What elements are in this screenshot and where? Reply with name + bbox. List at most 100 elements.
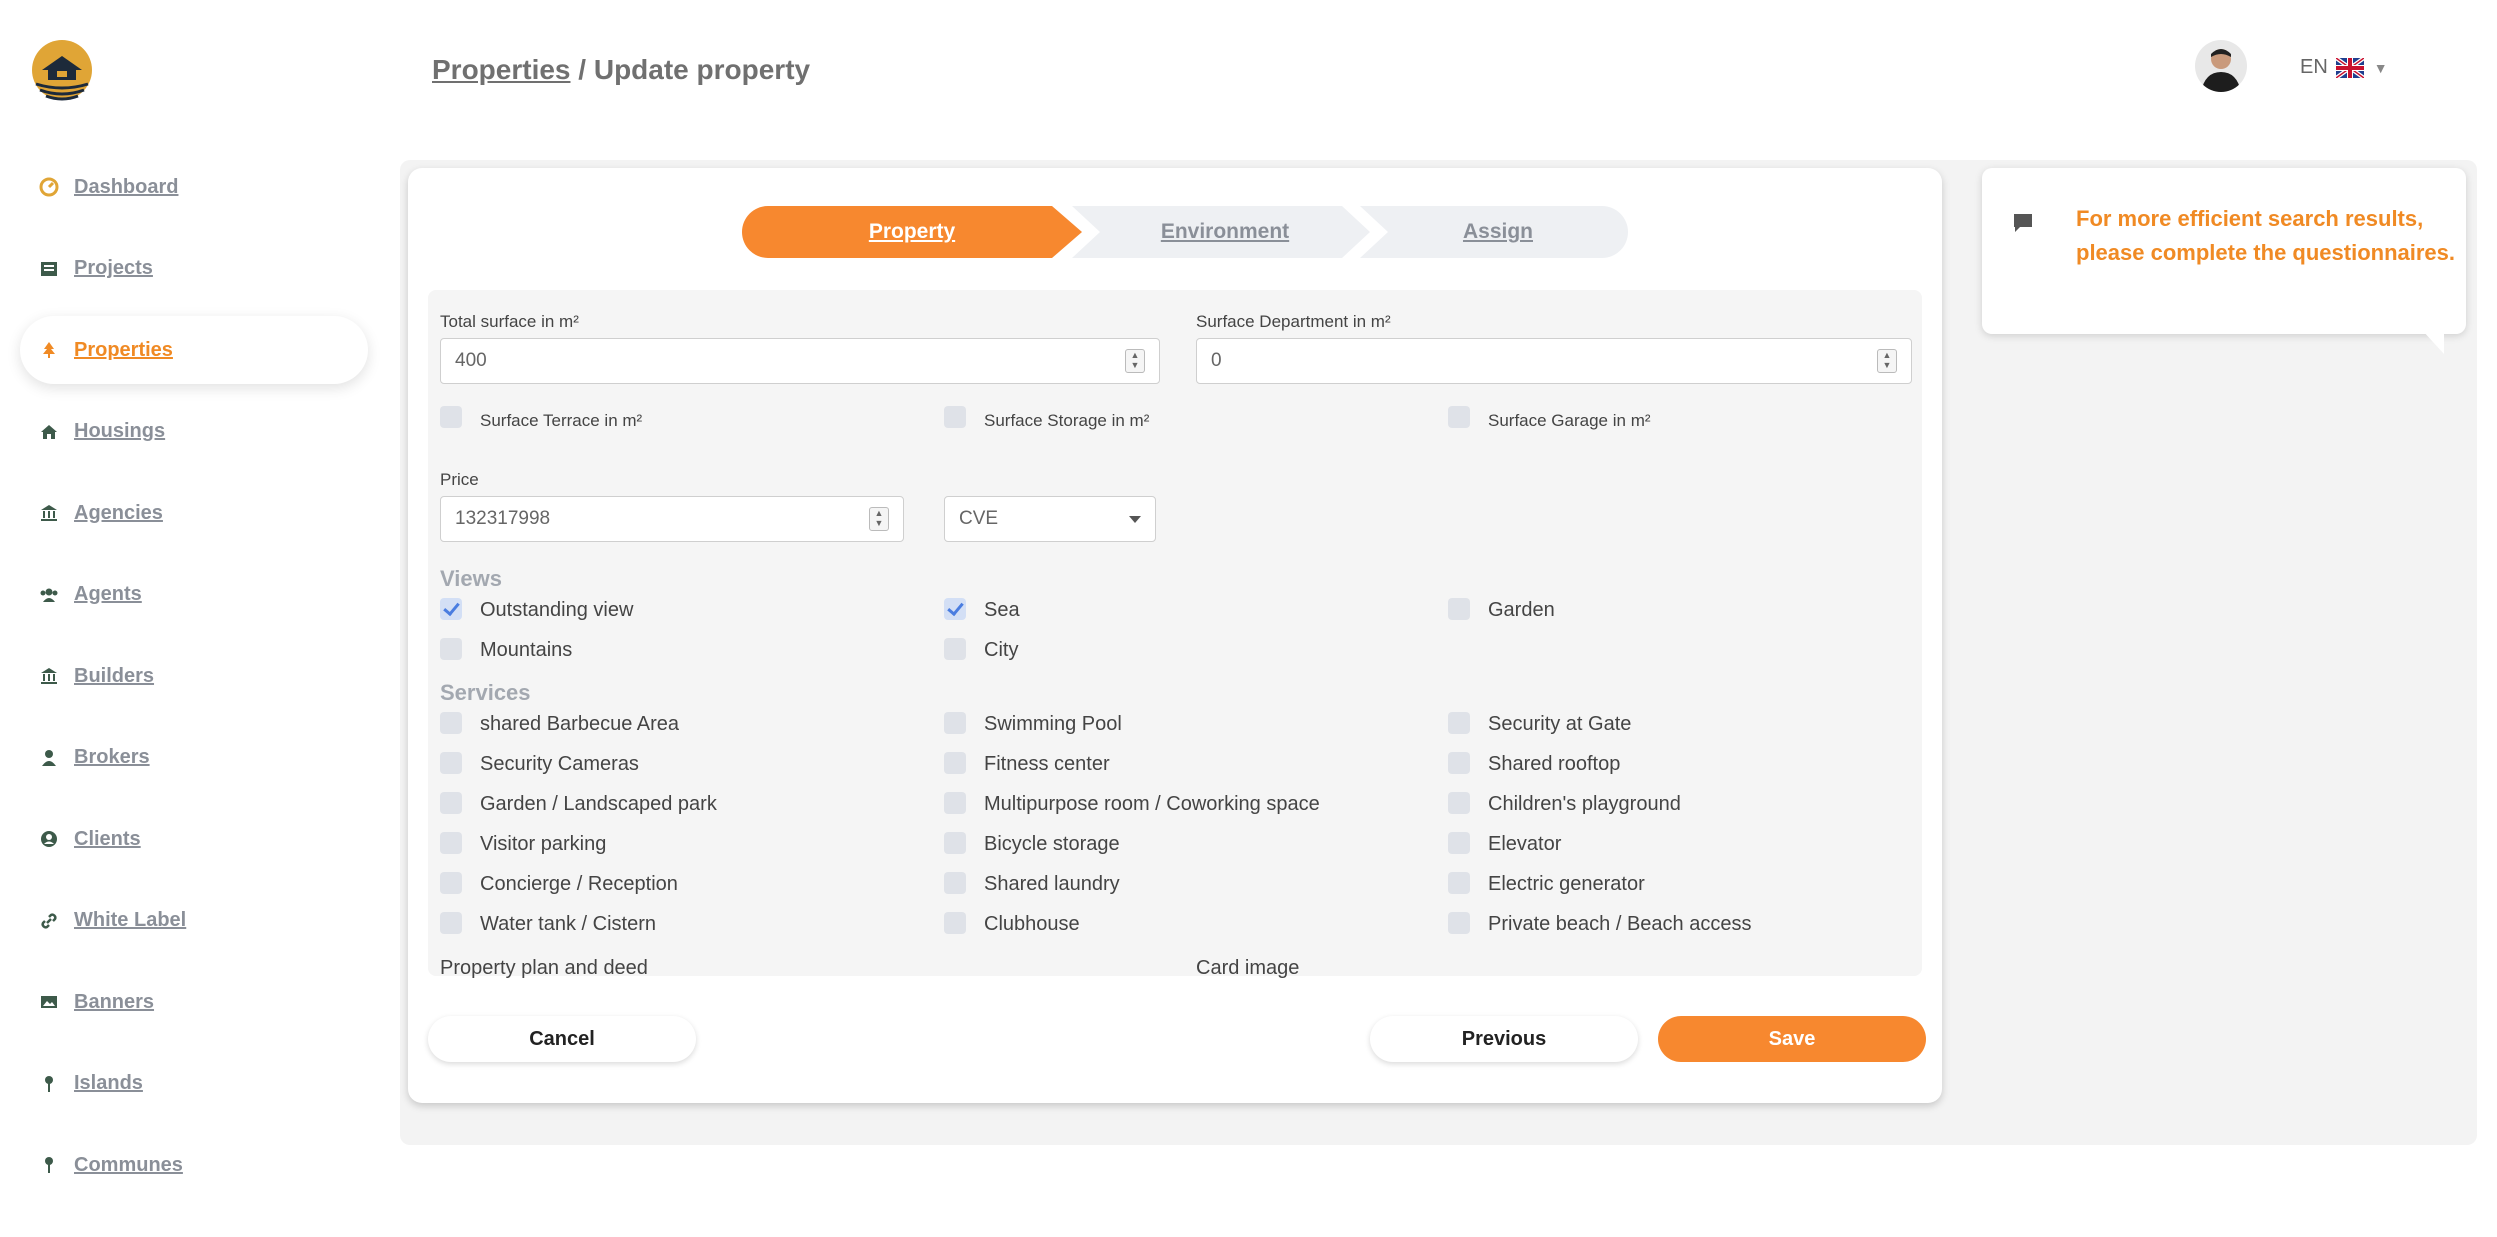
avatar[interactable] <box>2195 40 2247 92</box>
uk-flag-icon <box>2334 55 2365 80</box>
view-mountains-checkbox[interactable] <box>440 638 462 660</box>
sidebar-item-white-label[interactable]: White Label <box>20 887 368 955</box>
sidebar-item-label[interactable]: Properties <box>74 339 173 362</box>
home-icon <box>38 421 60 443</box>
sidebar-item-label[interactable]: Projects <box>74 257 153 280</box>
service-garden-landscaped-park-checkbox[interactable] <box>440 792 462 814</box>
logo[interactable] <box>30 40 94 104</box>
service-concierge-reception-checkbox[interactable] <box>440 872 462 894</box>
service-electric-generator-checkbox[interactable] <box>1448 872 1470 894</box>
sidebar-item-dashboard[interactable]: Dashboard <box>20 153 368 221</box>
previous-button[interactable]: Previous <box>1370 1016 1638 1062</box>
service-clubhouse-checkbox[interactable] <box>944 912 966 934</box>
sidebar-item-label[interactable]: Brokers <box>74 746 150 769</box>
currency-select[interactable]: CVE <box>944 496 1156 542</box>
service-security-at-gate-label: Security at Gate <box>1488 713 1632 735</box>
number-spinner-icon[interactable]: ▲ ▼ <box>869 507 889 531</box>
sidebar-item-label[interactable]: Agencies <box>74 502 163 525</box>
chat-icon <box>2012 212 2034 234</box>
sidebar-item-housings[interactable]: Housings <box>20 398 368 466</box>
language-selector[interactable]: EN ▼ <box>2300 55 2388 80</box>
step-property[interactable]: Property <box>742 206 1082 258</box>
surface-department-input[interactable]: 0 ▲ ▼ <box>1196 338 1912 384</box>
tip-bubble-tail <box>2422 330 2444 354</box>
storage-label: Surface Storage in m² <box>984 411 1150 430</box>
sidebar-item-agents[interactable]: Agents <box>20 561 368 629</box>
sidebar-item-label[interactable]: Housings <box>74 420 165 443</box>
number-spinner-icon[interactable]: ▲ ▼ <box>1877 349 1897 373</box>
service-bicycle-storage-label: Bicycle storage <box>984 833 1120 855</box>
garage-label: Surface Garage in m² <box>1488 411 1651 430</box>
breadcrumb-current: Update property <box>593 54 811 85</box>
price-value: 132317998 <box>455 508 551 529</box>
service-children-s-playground-label: Children's playground <box>1488 793 1681 815</box>
service-fitness-center-label: Fitness center <box>984 753 1110 775</box>
sidebar-item-label[interactable]: Communes <box>74 1154 183 1177</box>
step-environment[interactable]: Environment <box>1082 206 1368 258</box>
surface-department-value: 0 <box>1211 350 1222 371</box>
total-surface-input[interactable]: 400 ▲ ▼ <box>440 338 1160 384</box>
service-multipurpose-room-coworking-space-label: Multipurpose room / Coworking space <box>984 793 1320 815</box>
service-shared-barbecue-area-checkbox[interactable] <box>440 712 462 734</box>
service-elevator-checkbox[interactable] <box>1448 832 1470 854</box>
view-outstanding-view-checkbox[interactable] <box>440 598 462 620</box>
pin-icon <box>38 1154 60 1176</box>
sidebar-item-builders[interactable]: Builders <box>20 642 368 710</box>
sidebar-item-brokers[interactable]: Brokers <box>20 724 368 792</box>
view-garden-checkbox[interactable] <box>1448 598 1470 620</box>
sidebar-item-clients[interactable]: Clients <box>20 805 368 873</box>
service-shared-laundry-checkbox[interactable] <box>944 872 966 894</box>
user-circle-icon <box>38 828 60 850</box>
service-clubhouse-label: Clubhouse <box>984 913 1080 935</box>
view-sea-checkbox[interactable] <box>944 598 966 620</box>
total-surface-label: Total surface in m² <box>440 312 579 331</box>
sidebar-item-label[interactable]: Builders <box>74 665 154 688</box>
user-icon <box>38 747 60 769</box>
service-private-beach-beach-access-label: Private beach / Beach access <box>1488 913 1752 935</box>
service-shared-barbecue-area-label: shared Barbecue Area <box>480 713 680 735</box>
total-surface-value: 400 <box>455 350 487 371</box>
service-swimming-pool-checkbox[interactable] <box>944 712 966 734</box>
service-multipurpose-room-coworking-space-checkbox[interactable] <box>944 792 966 814</box>
service-water-tank-cistern-checkbox[interactable] <box>440 912 462 934</box>
service-security-at-gate-checkbox[interactable] <box>1448 712 1470 734</box>
save-button[interactable]: Save <box>1658 1016 1926 1062</box>
breadcrumb-properties-link[interactable]: Properties <box>432 54 571 85</box>
service-fitness-center-checkbox[interactable] <box>944 752 966 774</box>
sidebar-item-projects[interactable]: Projects <box>20 235 368 303</box>
service-children-s-playground-checkbox[interactable] <box>1448 792 1470 814</box>
number-spinner-icon[interactable]: ▲ ▼ <box>1125 349 1145 373</box>
bank-icon <box>38 502 60 524</box>
sidebar-item-label[interactable]: Islands <box>74 1072 143 1095</box>
service-bicycle-storage-checkbox[interactable] <box>944 832 966 854</box>
users-icon <box>38 584 60 606</box>
breadcrumb: Properties / Update property <box>432 54 810 86</box>
sidebar-item-islands[interactable]: Islands <box>20 1050 368 1118</box>
sidebar-item-label[interactable]: White Label <box>74 909 186 932</box>
sidebar-item-label[interactable]: Dashboard <box>74 176 178 199</box>
service-private-beach-beach-access-checkbox[interactable] <box>1448 912 1470 934</box>
sidebar-item-communes[interactable]: Communes <box>20 1131 368 1199</box>
tip-text: For more efficient search results, pleas… <box>2076 206 2456 265</box>
service-shared-rooftop-checkbox[interactable] <box>1448 752 1470 774</box>
sidebar-item-label[interactable]: Banners <box>74 991 154 1014</box>
terrace-checkbox[interactable] <box>440 406 462 428</box>
sidebar-item-banners[interactable]: Banners <box>20 968 368 1036</box>
price-input[interactable]: 132317998 ▲ ▼ <box>440 496 904 542</box>
breadcrumb-separator: / <box>570 54 594 85</box>
step-assign[interactable]: Assign <box>1368 206 1628 258</box>
service-security-cameras-checkbox[interactable] <box>440 752 462 774</box>
service-visitor-parking-checkbox[interactable] <box>440 832 462 854</box>
sidebar-item-label[interactable]: Agents <box>74 583 142 606</box>
view-city-checkbox[interactable] <box>944 638 966 660</box>
storage-checkbox[interactable] <box>944 406 966 428</box>
sidebar-item-properties[interactable]: Properties <box>20 316 368 384</box>
garage-checkbox[interactable] <box>1448 406 1470 428</box>
link-icon <box>38 910 60 932</box>
property-plan-label: Property plan and deed <box>440 957 648 979</box>
sidebar-item-agencies[interactable]: Agencies <box>20 479 368 547</box>
chevron-down-icon <box>1129 516 1141 523</box>
cancel-button[interactable]: Cancel <box>428 1016 696 1062</box>
list-icon <box>38 258 60 280</box>
sidebar-item-label[interactable]: Clients <box>74 828 141 851</box>
